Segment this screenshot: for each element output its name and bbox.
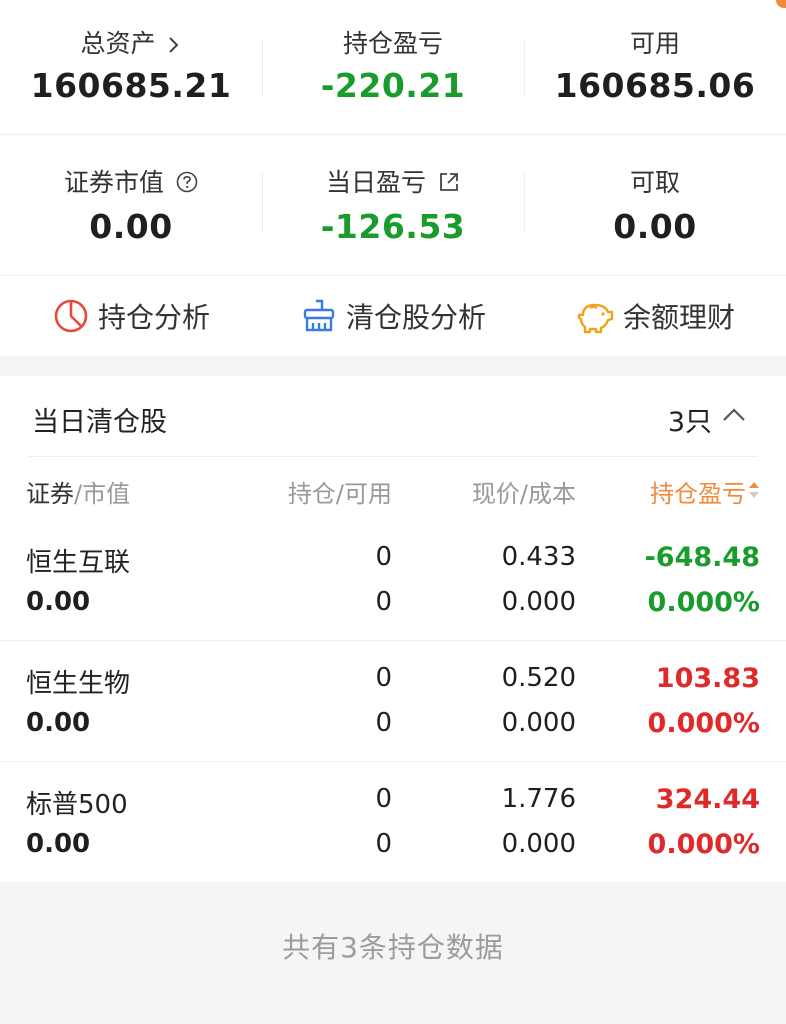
summary-row-2: 证券市值 0.00 当日盈亏 -126.53 可取 0.00 xyxy=(0,135,786,276)
position-analysis-label: 持仓分析 xyxy=(97,301,210,334)
cost-price: 0.000 xyxy=(501,587,576,617)
holding-qty: 0 xyxy=(375,663,392,693)
table-row[interactable]: 恒生生物 0.00 0 0 0.520 0.000 103.83 0.000% xyxy=(0,641,786,762)
pl-percent: 0.000% xyxy=(647,587,760,618)
position-pl: 持仓盈亏 -220.21 xyxy=(262,0,524,134)
available-funds: 可用 160685.06 xyxy=(524,0,786,134)
balance-wealth-button[interactable]: 余额理财 xyxy=(524,296,786,336)
broom-icon xyxy=(303,299,335,332)
cost-price: 0.000 xyxy=(501,708,576,738)
divider xyxy=(524,38,525,98)
divider xyxy=(262,38,263,98)
daily-pl[interactable]: 当日盈亏 -126.53 xyxy=(262,135,524,275)
chevron-up-icon[interactable] xyxy=(722,408,746,422)
current-price: 1.776 xyxy=(501,784,576,814)
sort-icon[interactable] xyxy=(748,480,760,500)
pl-amount: -648.48 xyxy=(644,542,760,573)
market-value: 0.00 xyxy=(26,708,91,738)
cleared-stock-analysis-button[interactable]: 清仓股分析 xyxy=(262,296,524,336)
securities-value-label: 证券市值 xyxy=(64,168,165,197)
header-security: 证券 xyxy=(26,480,74,508)
available-value: 160685.06 xyxy=(554,66,756,105)
market-value: 0.00 xyxy=(26,587,91,617)
header-pl[interactable]: 持仓盈亏 xyxy=(650,474,746,509)
security-name: 恒生互联 xyxy=(26,548,131,578)
table-row[interactable]: 恒生互联 0.00 0 0 0.433 0.000 -648.48 0.000% xyxy=(0,520,786,641)
current-price: 0.433 xyxy=(501,542,576,572)
security-name: 标普500 xyxy=(26,790,128,820)
position-pl-value: -220.21 xyxy=(320,66,466,105)
market-value: 0.00 xyxy=(26,829,91,859)
securities-value: 证券市值 0.00 xyxy=(0,135,262,275)
total-assets[interactable]: 总资产 160685.21 xyxy=(0,0,262,134)
holding-qty: 0 xyxy=(375,542,392,572)
cleared-stocks-panel: 当日清仓股 3只 证券/市值 持仓/可用 现价/成本 持仓盈亏 恒生互联 0.0… xyxy=(0,376,786,882)
position-analysis-button[interactable]: 持仓分析 xyxy=(0,296,262,336)
securities-value-amount: 0.00 xyxy=(89,207,173,246)
divider xyxy=(524,173,525,233)
current-price: 0.520 xyxy=(501,663,576,693)
security-name: 恒生生物 xyxy=(26,669,131,699)
panel-title: 当日清仓股 xyxy=(32,407,167,438)
panel-count: 3只 xyxy=(667,407,712,438)
header-price: 现价/成本 xyxy=(471,480,576,508)
withdrawable: 可取 0.00 xyxy=(524,135,786,275)
available-qty: 0 xyxy=(375,708,392,738)
available-qty: 0 xyxy=(375,829,392,859)
withdrawable-label: 可取 xyxy=(629,168,680,197)
external-link-icon[interactable] xyxy=(438,171,460,193)
help-icon[interactable] xyxy=(176,171,198,193)
pie-chart-icon xyxy=(54,299,88,333)
table-footer: 共有3条持仓数据 xyxy=(0,882,786,1024)
withdrawable-value: 0.00 xyxy=(613,207,697,246)
daily-pl-label: 当日盈亏 xyxy=(326,168,427,197)
total-assets-label: 总资产 xyxy=(80,29,156,58)
daily-pl-value: -126.53 xyxy=(320,207,466,246)
cleared-stock-analysis-label: 清仓股分析 xyxy=(345,301,486,334)
total-assets-value: 160685.21 xyxy=(30,66,232,105)
pl-amount: 103.83 xyxy=(655,663,760,694)
available-label: 可用 xyxy=(629,29,680,58)
record-count-text: 共有3条持仓数据 xyxy=(282,931,504,964)
holding-qty: 0 xyxy=(375,784,392,814)
panel-header[interactable]: 当日清仓股 3只 xyxy=(28,376,758,457)
table-row[interactable]: 标普500 0.00 0 0 1.776 0.000 324.44 0.000% xyxy=(0,762,786,882)
chevron-right-icon xyxy=(169,37,179,53)
action-bar: 持仓分析 清仓股分析 余额理财 xyxy=(0,276,786,356)
cost-price: 0.000 xyxy=(501,829,576,859)
header-market-value: /市值 xyxy=(74,480,131,508)
summary-row-1: 总资产 160685.21 持仓盈亏 -220.21 可用 160685.06 xyxy=(0,0,786,135)
divider xyxy=(262,173,263,233)
available-qty: 0 xyxy=(375,587,392,617)
header-holding: 持仓/可用 xyxy=(287,480,392,508)
pl-amount: 324.44 xyxy=(655,784,760,815)
position-pl-label: 持仓盈亏 xyxy=(342,29,443,58)
piggy-bank-icon xyxy=(577,303,614,334)
account-summary: 总资产 160685.21 持仓盈亏 -220.21 可用 160685.06 … xyxy=(0,0,786,356)
pl-percent: 0.000% xyxy=(647,708,760,739)
balance-wealth-label: 余额理财 xyxy=(622,301,735,334)
pl-percent: 0.000% xyxy=(647,829,760,860)
